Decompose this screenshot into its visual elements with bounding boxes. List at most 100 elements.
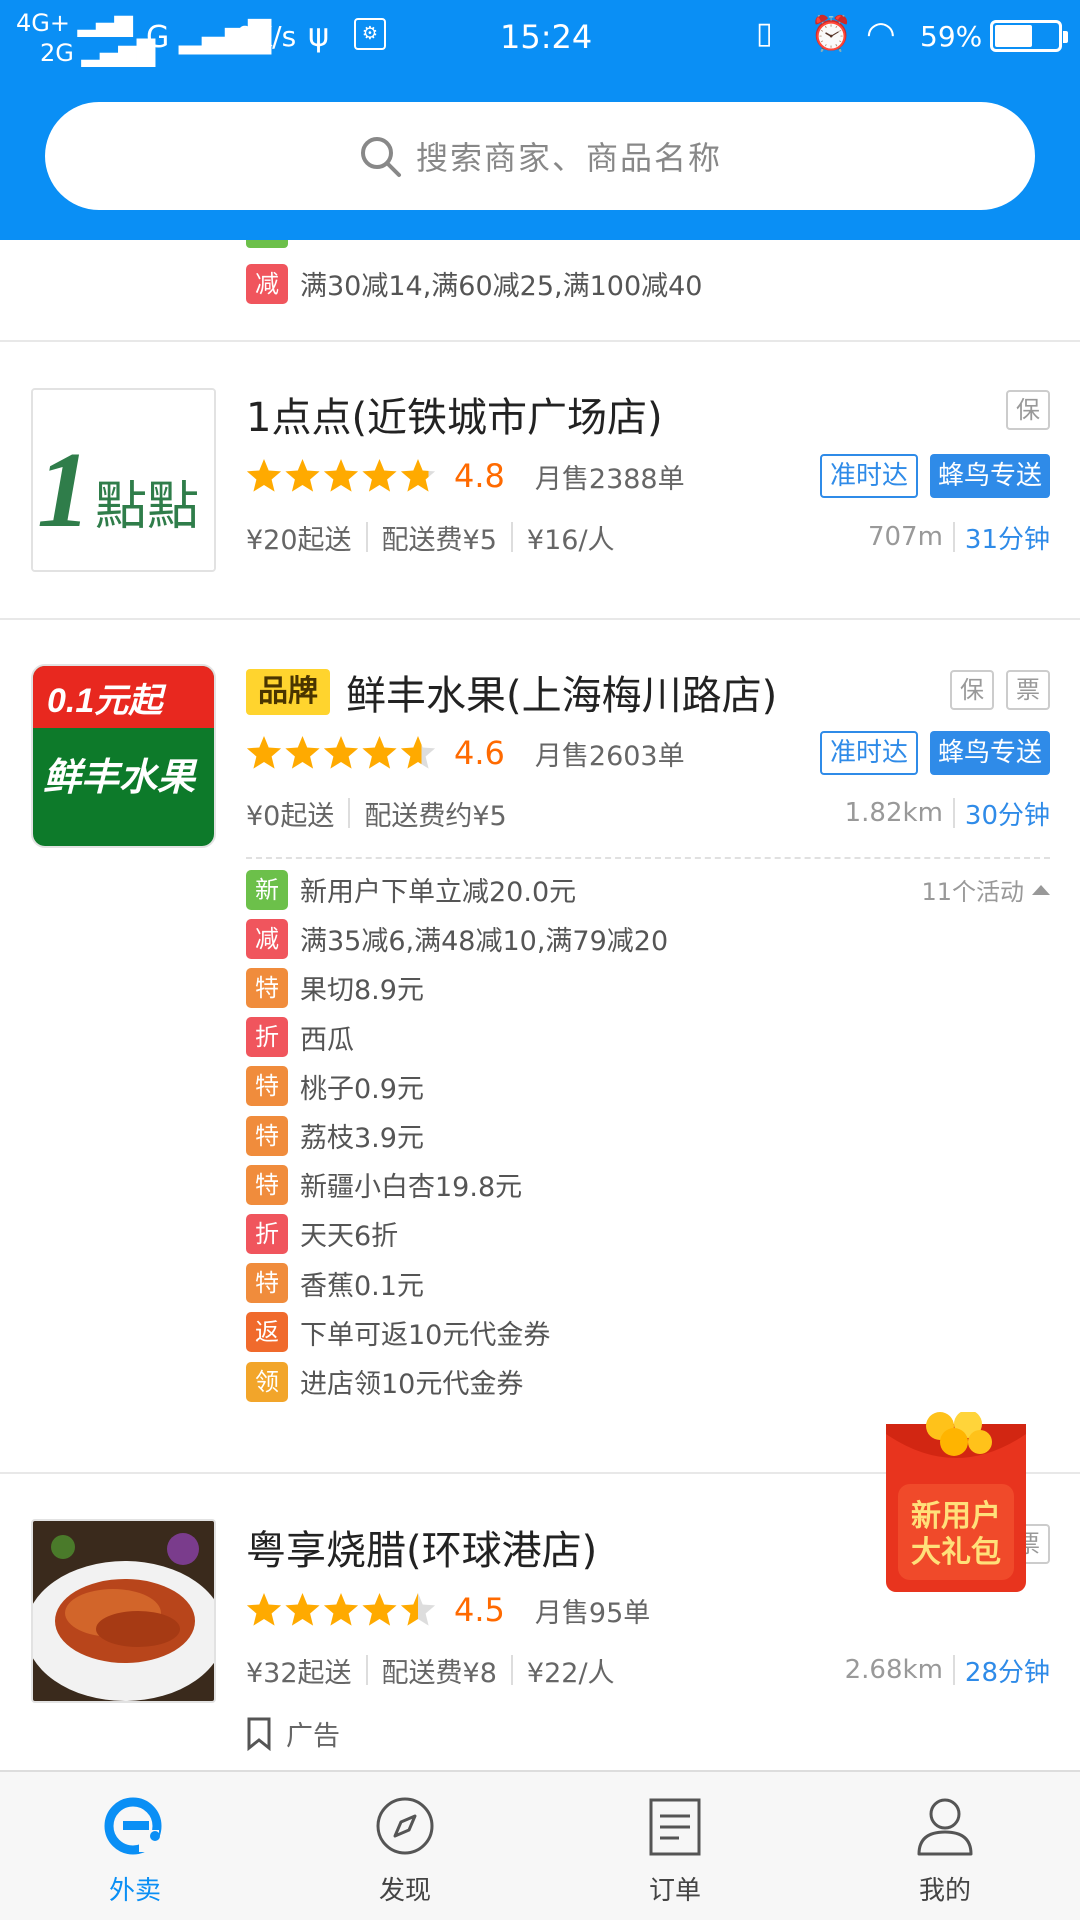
activity-tag: 折 [246,1213,288,1254]
fee-row: ¥0起送 配送费约¥5 [246,793,507,833]
activity-row: 新新用户下单立减20.0元 [246,865,576,914]
activity-text: 天天6折 [300,1221,399,1253]
rating-value: 4.6 [454,734,505,772]
monthly-sales: 月售2388单 [534,463,685,495]
search-bar[interactable]: 搜索商家、商品名称 [45,102,1035,210]
activity-text: 满30减14,满60减25,满100减40 [300,271,703,302]
min-order: ¥20起送 [246,524,352,556]
fee-row: ¥32起送 配送费¥8 ¥22/人 [246,1650,615,1690]
brand-badge: 品牌 [246,669,330,715]
star-icon [246,459,282,492]
activity-tag: 特 [246,1263,288,1304]
nav-discover[interactable]: 发现 [270,1772,540,1920]
yidiandian-logo-icon: 1 點點 [33,390,214,570]
eta: 31分钟 [964,524,1050,555]
star-icon [323,1593,359,1626]
star-icon [323,736,359,769]
activity-text: 果切8.9元 [300,975,424,1007]
signal-icon: ▂▄▆█ [81,39,156,67]
star-icon [246,736,282,769]
eta: 30分钟 [964,800,1050,831]
distance: 2.68km [844,1655,943,1685]
ad-row: 广告 [246,1714,340,1753]
divider [348,798,351,828]
star-icon [285,459,320,492]
rating-row: 4.6 月售2603单 [246,730,685,776]
nav-label: 发现 [378,1876,431,1906]
activity-text: 下单可返10元代金券 [300,1319,551,1351]
activity-tag: 特 [246,1115,288,1156]
signal-network: 4G+ ▂▄▆ 2G ▂▄▆█ [16,8,155,68]
eta: 28分钟 [964,1657,1050,1688]
star-icon [362,1593,397,1626]
activity-text: 新疆小白杏19.8元 [300,1172,523,1204]
star-icon [362,736,397,769]
bookmark-icon [247,1717,271,1751]
svg-text:點點: 點點 [95,477,199,537]
activity-tag-cut [246,240,288,248]
shop-name: 鲜丰水果(上海梅川路店) [346,673,778,719]
clock: 15:24 [500,18,593,56]
delivery-fee: 配送费¥8 [381,1657,497,1689]
usb-debug-icon: ⚙ [354,18,386,50]
activity-tag: 减 [246,263,288,304]
activity-text: 桃子0.9元 [300,1073,424,1105]
star-icon [246,1593,282,1626]
nav-me[interactable]: 我的 [810,1772,1080,1920]
shop-logo: 1 點點 [31,388,216,572]
divider [510,1655,513,1685]
activity-tag: 特 [246,1066,288,1107]
on-time-badge: 准时达 [819,454,918,498]
rating-row: 4.8 月售2388单 [246,453,685,499]
shop-name-row: 品牌 鲜丰水果(上海梅川路店) [246,664,777,720]
guarantee-badge: 保 [1006,390,1050,430]
activity-row: 折西瓜 [246,1013,354,1062]
eleme-icon [104,1797,162,1855]
corner-badges: 保 [1006,390,1050,430]
nav-label: 外卖 [108,1876,161,1906]
activity-tag: 特 [246,967,288,1008]
compass-icon [376,1797,434,1855]
star-icon [323,459,359,492]
shop-name-row: 粤享烧腊(环球港店) [246,1519,597,1575]
prev-shop-tail[interactable]: 减 满30减14,满60减25,满100减40 [0,240,1080,340]
svg-text:1: 1 [37,431,91,550]
activity-count-toggle[interactable]: 11个活动 [921,872,1050,907]
corner-badges: 保 票 [950,670,1050,710]
svg-text:0.1元起: 0.1元起 [47,682,167,720]
network-4g-label: 4G+ [16,9,70,37]
dashed-divider [246,857,1050,859]
activity-count: 11个活动 [921,878,1024,906]
search-placeholder: 搜索商家、商品名称 [415,139,722,177]
star-rating [246,735,438,771]
activity-row: 特桃子0.9元 [246,1062,424,1111]
header: 4G+ ▂▄▆ 2G ▂▄▆█ G ▂▄▆█ 0K/s ψ ⚙ 15:24 ▯ … [0,0,1080,240]
monthly-sales: 月售2603单 [534,740,685,772]
wifi-icon: ◠ [866,14,896,54]
rating-value: 4.8 [454,457,505,495]
activity-row: 领进店领10元代金券 [246,1357,523,1406]
divider [952,522,955,552]
service-badges: 准时达 蜂鸟专送 [819,454,1050,498]
nav-orders[interactable]: 订单 [540,1772,810,1920]
activity-row: 特新疆小白杏19.8元 [246,1160,522,1209]
activity-text: 香蕉0.1元 [300,1270,424,1302]
min-order: ¥32起送 [246,1657,352,1689]
usb-icon: ψ [308,16,330,54]
shop-name-row: 1点点(近铁城市广场店) [246,386,663,442]
vibrate-icon: ▯ [756,16,773,51]
svg-text:新用户: 新用户 [911,1499,1001,1534]
order-icon [649,1798,701,1856]
svg-text:大礼包: 大礼包 [911,1535,1001,1570]
nav-takeout[interactable]: 外卖 [0,1772,270,1920]
new-user-gift-button[interactable]: 新用户 大礼包 [884,1410,1028,1594]
net-speed: 0K/s [236,20,297,53]
activity-tag: 折 [246,1017,288,1058]
shop-card[interactable]: 0.1元起 鲜丰水果 品牌 鲜丰水果(上海梅川路店) 保 票 4.6 月售260… [0,620,1080,1472]
shop-card[interactable]: 1 點點 1点点(近铁城市广场店) 保 4.8 月售2388单 准时达 蜂鸟专送… [0,342,1080,618]
star-rating [246,458,438,494]
svg-text:鲜丰水果: 鲜丰水果 [43,755,198,799]
red-packet-icon: 新用户 大礼包 [886,1410,1026,1592]
network-2g-label: 2G [40,39,74,67]
battery-icon [990,20,1068,52]
